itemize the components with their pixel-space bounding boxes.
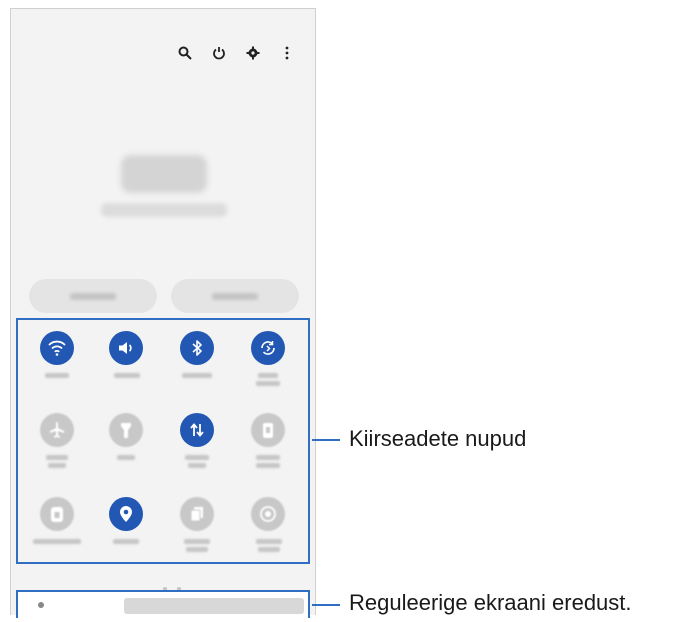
quick-settings-highlight [16,318,310,564]
quick-settings-callout-line [312,439,340,441]
media-output-button-label-blurred [212,292,258,300]
clock-blurred [121,155,207,193]
gear-icon[interactable] [243,43,263,63]
devices-button-label-blurred [70,292,116,300]
panel-toolbar [175,43,311,63]
brightness-bar [16,590,310,618]
brightness-slider[interactable] [124,598,304,614]
power-icon[interactable] [209,43,229,63]
brightness-callout: Reguleerige ekraani eredust. [349,590,632,615]
devices-button[interactable] [29,279,157,313]
media-output-button[interactable] [171,279,299,313]
quick-settings-callout: Kiirseadete nupud [349,426,527,451]
brightness-callout-line [312,604,340,606]
more-options-icon[interactable] [277,43,297,63]
search-icon[interactable] [175,43,195,63]
date-blurred [101,203,227,217]
brightness-icon [38,602,44,608]
